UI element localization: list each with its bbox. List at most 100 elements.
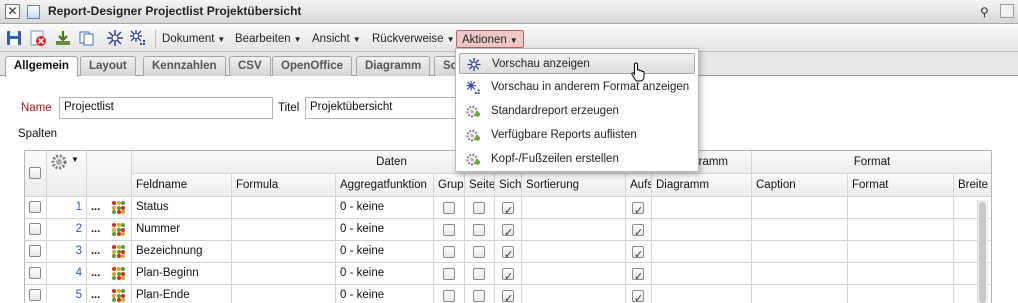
table-cell-diag[interactable] — [652, 285, 752, 303]
traffic-light-icon[interactable] — [111, 244, 125, 258]
menu-ansicht[interactable]: Ansicht ▼ — [307, 30, 366, 48]
seite-checkbox[interactable] — [473, 224, 485, 236]
aufs-checkbox[interactable] — [632, 267, 644, 284]
table-cell-tools[interactable]: ... — [87, 263, 132, 285]
row-select-checkbox[interactable] — [29, 223, 41, 235]
table-cell-formula[interactable] — [232, 285, 336, 303]
table-cell-diag[interactable] — [652, 263, 752, 285]
seite-checkbox[interactable] — [473, 268, 485, 280]
sicht-checkbox[interactable] — [502, 267, 514, 284]
traffic-light-icon[interactable] — [111, 266, 125, 280]
table-cell-sel[interactable] — [25, 263, 47, 285]
aufs-checkbox[interactable] — [632, 223, 644, 240]
sicht-checkbox[interactable] — [502, 201, 514, 218]
sicht-checkbox[interactable] — [502, 245, 514, 262]
menu-aktionen[interactable]: Aktionen ▼ — [456, 30, 524, 48]
row-select-checkbox[interactable] — [29, 267, 41, 279]
table-cell-formula[interactable] — [232, 263, 336, 285]
menu-item-vorschau-format[interactable]: Vorschau in anderem Format anzeigen — [459, 77, 695, 98]
table-cell-aggregat[interactable]: 0 - keine — [336, 263, 434, 285]
preview-format-icon[interactable] — [129, 29, 147, 47]
column-header[interactable]: Formula — [232, 174, 336, 197]
menu-item-kopf-fusszeilen[interactable]: Kopf-/Fußzeilen erstellen — [459, 149, 695, 170]
column-header[interactable]: Grup — [434, 174, 465, 197]
tab-layout[interactable]: Layout — [80, 56, 136, 76]
tab-csv[interactable]: CSV — [229, 56, 271, 76]
traffic-light-icon[interactable] — [111, 200, 125, 214]
table-cell-formula[interactable] — [232, 241, 336, 263]
table-cell-sortierung[interactable] — [522, 285, 626, 303]
menu-item-vorschau-anzeigen[interactable]: Vorschau anzeigen — [459, 53, 695, 74]
gear-icon[interactable] — [51, 154, 67, 170]
column-header[interactable]: Feldname — [132, 174, 232, 197]
aufs-checkbox[interactable] — [632, 289, 644, 303]
column-header[interactable]: Caption — [752, 174, 848, 197]
sicht-checkbox[interactable] — [502, 223, 514, 240]
table-cell-tools[interactable]: ... — [87, 241, 132, 263]
aufs-checkbox[interactable] — [632, 245, 644, 262]
preview-icon[interactable] — [106, 29, 124, 47]
column-header[interactable]: Aggregatfunktion — [336, 174, 434, 197]
table-cell-feldname[interactable]: Plan-Ende — [132, 285, 232, 303]
pin-icon[interactable]: ⚲ — [980, 5, 989, 19]
grup-checkbox[interactable] — [443, 246, 455, 258]
row-menu-button[interactable]: ... — [91, 285, 100, 303]
table-cell-sel[interactable] — [25, 197, 47, 219]
table-cell-format[interactable] — [848, 263, 954, 285]
table-cell-tools[interactable]: ... — [87, 197, 132, 219]
table-cell-diag[interactable] — [652, 241, 752, 263]
table-cell-format[interactable] — [848, 219, 954, 241]
tab-kennzahlen[interactable]: Kennzahlen — [143, 56, 226, 76]
row-select-checkbox[interactable] — [29, 201, 41, 213]
seite-checkbox[interactable] — [473, 290, 485, 302]
table-cell-format[interactable] — [848, 197, 954, 219]
menu-rueckverweise[interactable]: Rückverweise ▼ — [367, 30, 460, 48]
seite-checkbox[interactable] — [473, 202, 485, 214]
column-header[interactable]: Format — [848, 174, 954, 197]
table-cell-format[interactable] — [848, 285, 954, 303]
column-header[interactable]: Sicht — [495, 174, 522, 197]
name-input[interactable]: Projectlist — [59, 97, 273, 119]
row-menu-button[interactable]: ... — [91, 219, 100, 240]
settings-cell[interactable]: ▼ — [47, 151, 87, 197]
table-cell-aggregat[interactable]: 0 - keine — [336, 241, 434, 263]
select-all-checkbox[interactable] — [29, 167, 41, 179]
table-cell-format[interactable] — [848, 241, 954, 263]
table-cell-sortierung[interactable] — [522, 197, 626, 219]
table-cell-caption[interactable] — [752, 219, 848, 241]
sicht-checkbox[interactable] — [502, 289, 514, 303]
seite-checkbox[interactable] — [473, 246, 485, 258]
table-cell-tools[interactable]: ... — [87, 219, 132, 241]
scrollbar-thumb[interactable] — [979, 202, 986, 303]
maximize-button[interactable] — [1000, 4, 1014, 18]
menu-item-standardreport[interactable]: Standardreport erzeugen — [459, 101, 695, 122]
table-cell-sel[interactable] — [25, 285, 47, 303]
grup-checkbox[interactable] — [443, 202, 455, 214]
table-cell-feldname[interactable]: Plan-Beginn — [132, 263, 232, 285]
table-cell-diag[interactable] — [652, 197, 752, 219]
close-button[interactable]: ✕ — [5, 4, 20, 19]
save-icon[interactable] — [5, 29, 23, 47]
table-cell-sortierung[interactable] — [522, 263, 626, 285]
grup-checkbox[interactable] — [443, 290, 455, 302]
table-cell-feldname[interactable]: Nummer — [132, 219, 232, 241]
column-header[interactable]: Seite — [465, 174, 495, 197]
column-header[interactable]: Breite — [954, 174, 991, 197]
column-header[interactable]: Sortierung — [522, 174, 626, 197]
row-menu-button[interactable]: ... — [91, 263, 100, 284]
table-cell-sortierung[interactable] — [522, 219, 626, 241]
table-cell-sel[interactable] — [25, 219, 47, 241]
grup-checkbox[interactable] — [443, 224, 455, 236]
table-cell-feldname[interactable]: Status — [132, 197, 232, 219]
row-menu-button[interactable]: ... — [91, 241, 100, 262]
table-cell-caption[interactable] — [752, 241, 848, 263]
table-cell-aggregat[interactable]: 0 - keine — [336, 197, 434, 219]
table-cell-formula[interactable] — [232, 197, 336, 219]
table-cell-aggregat[interactable]: 0 - keine — [336, 285, 434, 303]
table-cell-tools[interactable]: ... — [87, 285, 132, 303]
table-cell-aggregat[interactable]: 0 - keine — [336, 219, 434, 241]
table-cell-sortierung[interactable] — [522, 241, 626, 263]
row-select-checkbox[interactable] — [29, 289, 41, 301]
table-cell-diag[interactable] — [652, 219, 752, 241]
row-select-checkbox[interactable] — [29, 245, 41, 257]
